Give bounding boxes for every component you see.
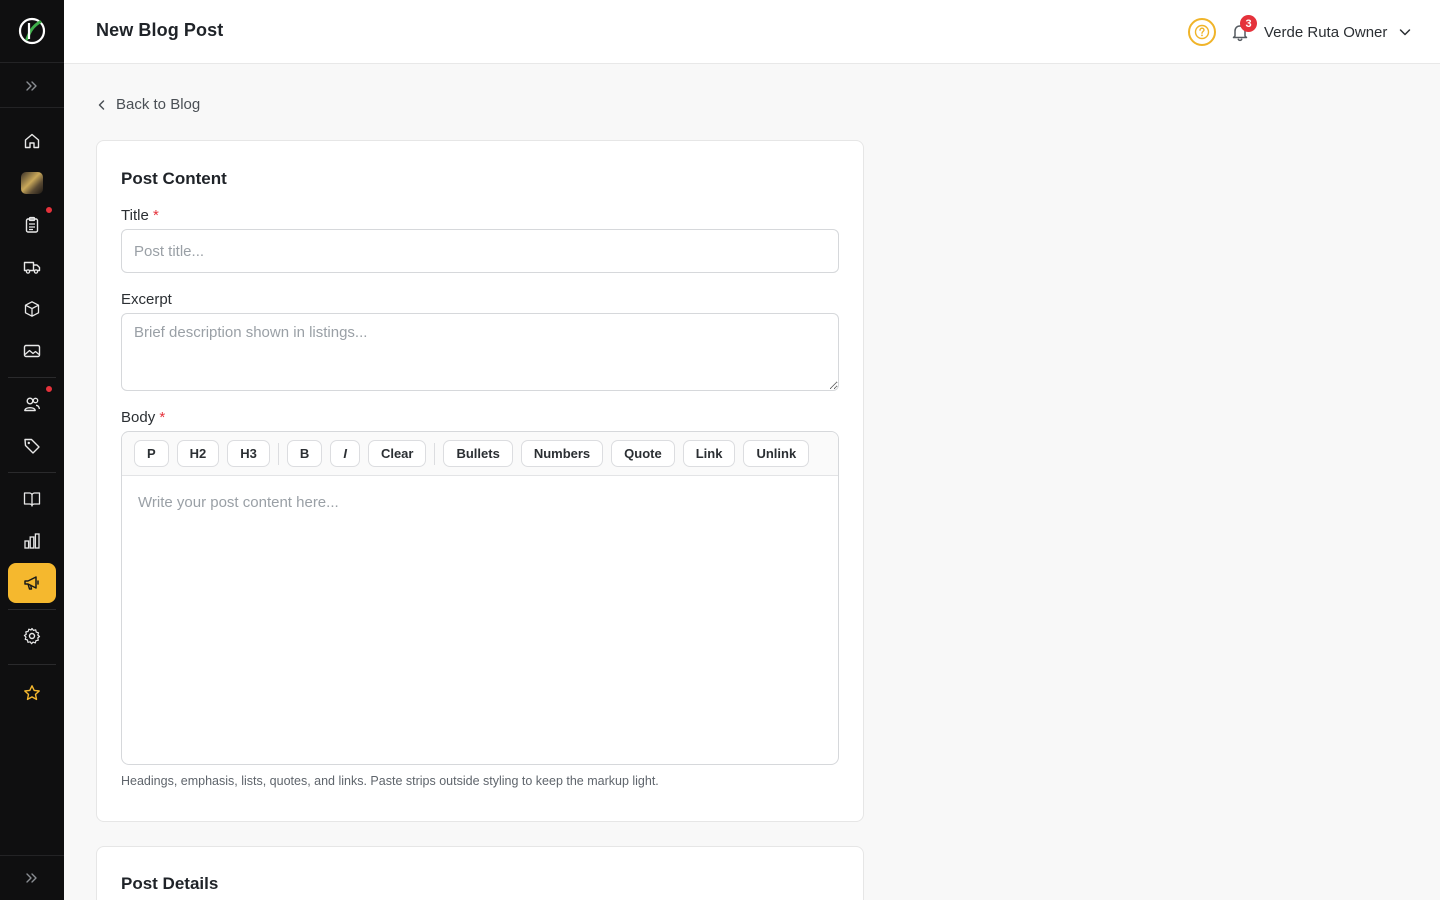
sidebar-item-discounts[interactable] (8, 426, 56, 466)
sidebar-item-products[interactable] (8, 289, 56, 329)
megaphone-icon (24, 576, 39, 590)
sidebar-item-home[interactable] (8, 121, 56, 161)
title-label: Title * (121, 207, 159, 224)
title-input[interactable] (121, 229, 839, 273)
user-menu[interactable]: Verde Ruta Owner (1264, 20, 1411, 44)
sidebar-divider (8, 377, 56, 378)
sidebar-item-marketing[interactable] (8, 563, 56, 603)
sidebar-item-shipping[interactable] (8, 247, 56, 287)
editor-body-placeholder[interactable]: Write your post content here... (138, 494, 339, 511)
back-link-label: Back to Blog (116, 96, 201, 113)
title-label-text: Title (121, 207, 149, 224)
italic-button[interactable]: I (330, 440, 360, 467)
toolbar-divider (277, 442, 279, 465)
post-details-heading: Post Details (121, 874, 219, 893)
users-icon (24, 397, 41, 412)
heading-3-button[interactable]: H3 (227, 440, 270, 467)
sidebar-divider (8, 472, 56, 473)
star-icon (24, 685, 40, 701)
notification-dot (45, 385, 53, 393)
sidebar-item-profile[interactable] (8, 163, 56, 203)
excerpt-label: Excerpt (121, 291, 172, 308)
quote-button[interactable]: Quote (611, 440, 675, 467)
bullets-button[interactable]: Bullets (443, 440, 513, 467)
sidebar-divider (8, 609, 56, 610)
back-to-blog-link[interactable]: Back to Blog (96, 96, 200, 113)
post-content-heading: Post Content (121, 169, 227, 188)
editor-helper-text: Headings, emphasis, lists, quotes, and l… (121, 774, 659, 788)
required-mark: * (152, 207, 159, 224)
chevron-left-icon (98, 99, 105, 110)
sidebar-item-guides[interactable] (8, 479, 56, 519)
sidebar-item-media[interactable] (8, 331, 56, 371)
gear-icon (23, 627, 41, 645)
rich-text-editor: P H2 H3 B I Clear Bullets Numbers Quote … (121, 431, 839, 765)
image-icon (23, 344, 41, 358)
chevron-down-icon (1400, 29, 1411, 36)
tag-icon (24, 438, 40, 454)
top-header: New Blog Post 3 Verde Ruta Owner (64, 0, 1440, 64)
home-icon (24, 133, 40, 149)
page-title: New Blog Post (96, 20, 224, 40)
sidebar-item-customers[interactable] (8, 384, 56, 424)
avatar (21, 172, 43, 194)
notification-dot (45, 206, 53, 214)
double-chevron-right-icon (26, 80, 37, 91)
clipboard-icon (25, 216, 39, 233)
toolbar-divider (434, 442, 436, 465)
sidebar-divider (8, 664, 56, 665)
bar-chart-icon (24, 533, 40, 549)
post-content-card: Post Content Title * Excerpt Body * P H2… (96, 140, 864, 822)
question-icon (1194, 24, 1210, 40)
truck-icon (23, 261, 41, 274)
numbers-button[interactable]: Numbers (520, 440, 604, 467)
sidebar-item-favorites[interactable] (8, 673, 56, 713)
excerpt-textarea[interactable] (121, 313, 839, 391)
expand-sidebar-button[interactable] (0, 64, 64, 108)
heading-2-button[interactable]: H2 (176, 440, 220, 467)
collapse-sidebar-button[interactable] (0, 855, 64, 900)
brand-logo-icon (18, 17, 46, 45)
paragraph-button[interactable]: P (134, 440, 169, 467)
editor-toolbar: P H2 H3 B I Clear Bullets Numbers Quote … (122, 432, 838, 476)
unlink-button[interactable]: Unlink (743, 440, 810, 467)
sidebar-item-analytics[interactable] (8, 521, 56, 561)
body-label-text: Body (121, 409, 156, 426)
sidebar-item-orders[interactable] (8, 205, 56, 245)
sidebar-item-settings[interactable] (8, 616, 56, 656)
book-icon (23, 492, 41, 507)
box-icon (24, 301, 40, 317)
body-label: Body * (121, 409, 165, 426)
required-mark: * (159, 409, 166, 426)
post-details-card: Post Details (96, 846, 864, 900)
clear-format-button[interactable]: Clear (367, 440, 427, 467)
sidebar (0, 0, 64, 900)
notification-count-badge: 3 (1240, 15, 1257, 32)
brand-logo[interactable] (0, 0, 64, 63)
bold-button[interactable]: B (286, 440, 323, 467)
double-chevron-right-icon (26, 873, 37, 883)
user-name: Verde Ruta Owner (1264, 23, 1388, 41)
link-button[interactable]: Link (682, 440, 736, 467)
help-button[interactable] (1188, 18, 1216, 46)
